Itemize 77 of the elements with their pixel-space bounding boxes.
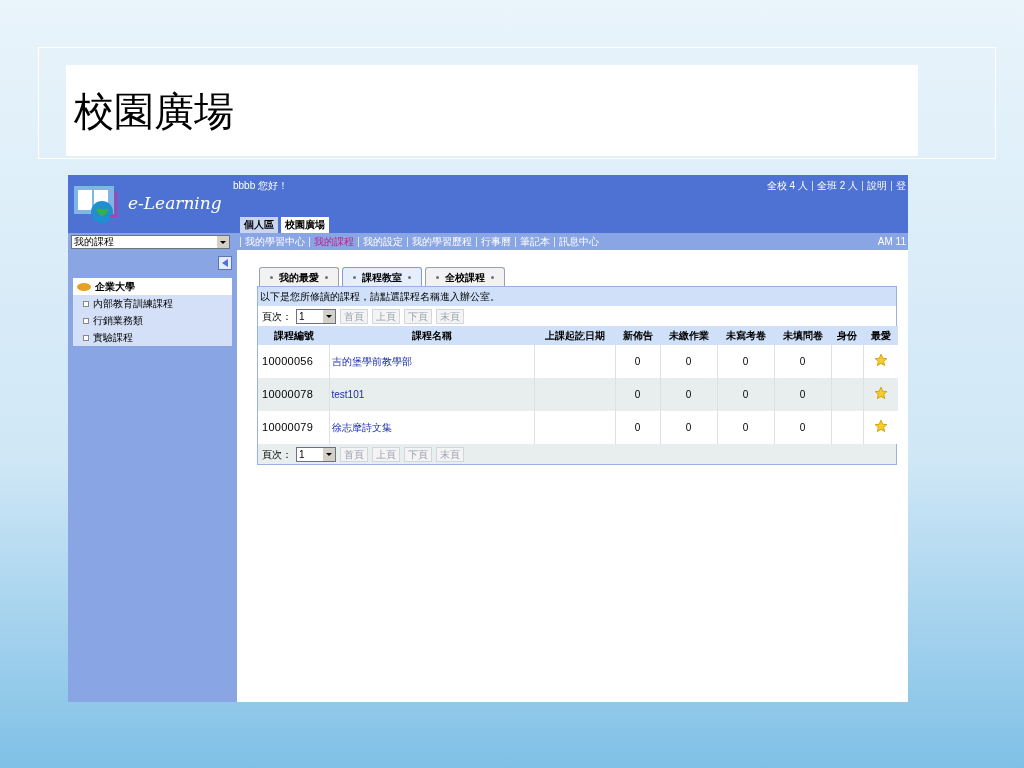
dropdown-icon — [323, 309, 335, 323]
table-cell: 0 — [717, 378, 774, 411]
menu-link[interactable]: 我的學習歷程 — [412, 234, 472, 249]
tree-item[interactable]: 內部教育訓練課程 — [73, 295, 232, 312]
table-cell: 10000079 — [258, 411, 329, 444]
tree-root[interactable]: 企業大學 — [73, 278, 232, 295]
column-header: 課程名稱 — [329, 326, 534, 345]
table-cell: 10000056 — [258, 345, 329, 378]
column-header: 新佈告 — [615, 326, 660, 345]
pager-button[interactable]: 下頁 — [404, 308, 432, 324]
table-cell: 0 — [615, 378, 660, 411]
notice: 以下是您所修讀的課程，請點選課程名稱進入辦公室。 — [258, 287, 896, 306]
slide-title: 校園廣場 — [74, 86, 234, 136]
pager-button[interactable]: 末頁 — [436, 446, 464, 462]
column-header: 上課起訖日期 — [534, 326, 615, 345]
star-icon[interactable] — [873, 418, 888, 433]
dropdown-icon — [217, 235, 229, 248]
tree-item[interactable]: 行銷業務類 — [73, 312, 232, 329]
table-cell: 0 — [717, 411, 774, 444]
header-link[interactable]: 全校 4 人 — [766, 178, 808, 193]
course-tab[interactable]: 我的最愛 — [259, 267, 339, 286]
pager-button[interactable]: 首頁 — [340, 308, 368, 324]
table-cell: 0 — [774, 378, 831, 411]
area-tab[interactable]: 校園廣場 — [281, 217, 329, 233]
greeting: bbbb 您好！ — [233, 179, 289, 193]
menu-link[interactable]: 行事曆 — [481, 234, 511, 249]
star-icon[interactable] — [873, 385, 888, 400]
page-select[interactable]: 1 — [296, 308, 336, 324]
dropdown-icon — [323, 447, 335, 461]
column-header: 未繳作業 — [660, 326, 717, 345]
node-icon — [83, 334, 89, 341]
column-header: 課程編號 — [258, 326, 329, 345]
table-cell: 0 — [660, 345, 717, 378]
table-cell: 0 — [615, 345, 660, 378]
header-link[interactable]: 登 — [896, 178, 906, 193]
logo-text: e-Learning — [128, 192, 222, 216]
pager-button[interactable]: 下頁 — [404, 446, 432, 462]
course-link[interactable]: test101 — [331, 389, 365, 400]
pager-button[interactable]: 上頁 — [372, 308, 400, 324]
table-cell: 0 — [660, 378, 717, 411]
menu-link[interactable]: 我的學習中心 — [245, 234, 305, 249]
left-triangle-icon — [222, 259, 228, 267]
table-cell: 0 — [615, 411, 660, 444]
table-cell: 0 — [660, 411, 717, 444]
node-icon — [83, 317, 89, 324]
menu-link[interactable]: 訊息中心 — [559, 234, 599, 249]
star-icon[interactable] — [873, 352, 888, 367]
column-header: 未填問卷 — [774, 326, 831, 345]
header-link[interactable]: 說明 — [867, 178, 887, 193]
menu-link[interactable]: 我的課程 — [314, 234, 354, 249]
pager-button[interactable]: 末頁 — [436, 308, 464, 324]
page-select[interactable]: 1 — [296, 446, 336, 462]
menu-link[interactable]: 我的設定 — [363, 234, 403, 249]
collapse-button[interactable] — [218, 256, 232, 270]
pager-label: 頁次： — [262, 447, 292, 462]
pager-button[interactable]: 首頁 — [340, 446, 368, 462]
table-cell: 10000078 — [258, 378, 329, 411]
disc-icon — [77, 282, 91, 291]
node-icon — [83, 300, 89, 307]
header-link[interactable]: 全班 2 人 — [816, 178, 858, 193]
course-link[interactable]: 吉的堡學前教學部 — [331, 356, 412, 367]
course-tab[interactable]: 課程教室 — [342, 267, 422, 286]
area-tab[interactable]: 個人區 — [240, 217, 278, 233]
tree-item[interactable]: 實驗課程 — [73, 329, 232, 346]
course-select[interactable]: 我的課程 — [71, 234, 230, 249]
column-header: 最愛 — [863, 326, 898, 345]
pager-label: 頁次： — [262, 309, 292, 324]
course-tab[interactable]: 全校課程 — [425, 267, 505, 286]
clock: AM 11 — [877, 235, 907, 249]
column-header: 身份 — [831, 326, 863, 345]
table-cell: 0 — [774, 411, 831, 444]
table-cell: 0 — [717, 345, 774, 378]
table-cell: 0 — [774, 345, 831, 378]
column-header: 未寫考卷 — [717, 326, 774, 345]
course-link[interactable]: 徐志摩詩文集 — [331, 422, 392, 433]
menu-link[interactable]: 筆記本 — [520, 234, 550, 249]
pager-button[interactable]: 上頁 — [372, 446, 400, 462]
